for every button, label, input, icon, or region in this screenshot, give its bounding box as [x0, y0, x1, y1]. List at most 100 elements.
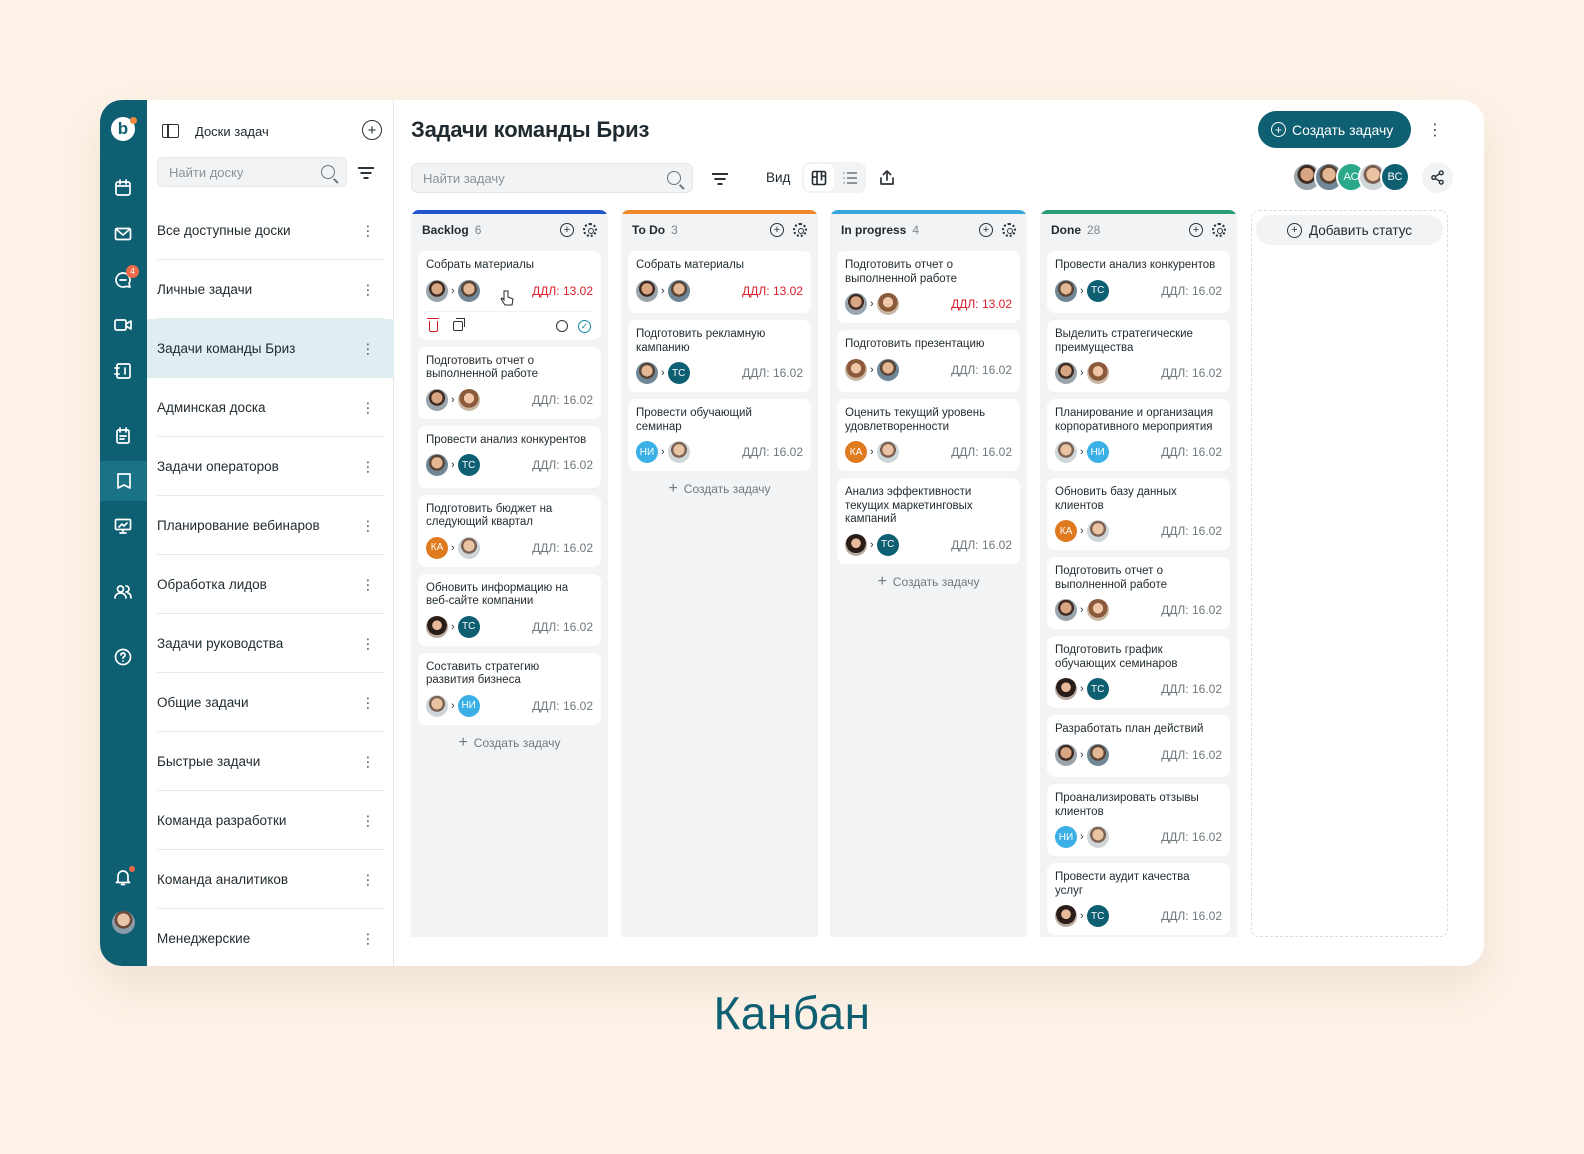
- calendar-icon[interactable]: [113, 178, 133, 198]
- help-icon[interactable]: [113, 647, 133, 667]
- tasks-icon[interactable]: [100, 461, 147, 501]
- column-name: To Do: [632, 223, 666, 237]
- contacts-book-icon[interactable]: [113, 361, 133, 381]
- task-card[interactable]: Обновить базу данных клиентов КА › ДДЛ: 16.…: [1047, 478, 1230, 550]
- settings-icon[interactable]: [1002, 223, 1016, 237]
- board-item[interactable]: Задачи руководства ⋮: [147, 614, 394, 673]
- task-card[interactable]: Подготовить отчет о выполненной работе › Д…: [418, 346, 601, 419]
- more-vertical-icon[interactable]: ⋮: [361, 812, 375, 829]
- task-title: Обновить базу данных клиентов: [1055, 486, 1177, 512]
- create-task-button[interactable]: + Создать задачу: [1258, 111, 1411, 148]
- task-card[interactable]: Анализ эффективности текущих маркетингов…: [837, 478, 1020, 564]
- trash-icon[interactable]: [427, 317, 439, 332]
- assignee-initials: ТС: [667, 362, 690, 384]
- add-card-icon[interactable]: +: [1189, 223, 1203, 237]
- board-item[interactable]: Задачи операторов ⋮: [147, 437, 394, 496]
- search-icon[interactable]: [667, 171, 681, 185]
- add-board-button[interactable]: +: [362, 120, 382, 140]
- task-card[interactable]: Подготовить бюджет на следующий квартал К…: [418, 494, 601, 567]
- task-card[interactable]: Провести анализ конкурентов › ТС ДДЛ: 16.02: [418, 425, 601, 488]
- users-icon[interactable]: [113, 582, 133, 602]
- task-search[interactable]: [411, 163, 693, 193]
- add-card-icon[interactable]: +: [979, 223, 993, 237]
- presentation-icon[interactable]: [113, 516, 133, 536]
- board-item[interactable]: Задачи команды Бриз ⋮: [147, 319, 394, 378]
- chevron-right-icon: ›: [1080, 525, 1084, 537]
- team-avatar-initials: ВС: [1380, 162, 1410, 192]
- assignee-initials: ТС: [1086, 678, 1109, 700]
- check-circle-icon[interactable]: ✓: [578, 319, 591, 333]
- task-card[interactable]: Составить стратегию развития бизнеса › НИ Д…: [418, 652, 601, 725]
- task-card[interactable]: Провести аудит качества услуг › ТС ДДЛ: 16.…: [1047, 863, 1230, 935]
- more-vertical-icon[interactable]: ⋮: [361, 576, 375, 593]
- board-item[interactable]: Все доступные доски ⋮: [147, 201, 394, 260]
- board-item[interactable]: Быстрые задачи ⋮: [147, 732, 394, 791]
- filter-icon[interactable]: [712, 173, 728, 185]
- task-card[interactable]: Выделить стратегические преимущества › ДДЛ…: [1047, 320, 1230, 392]
- more-vertical-icon[interactable]: ⋮: [361, 753, 375, 770]
- task-card[interactable]: Подготовить отчет о выполненной работе › Д…: [1047, 557, 1230, 629]
- more-vertical-icon[interactable]: ⋮: [361, 458, 375, 475]
- board-item[interactable]: Планирование вебинаров ⋮: [147, 496, 394, 555]
- create-task-link[interactable]: + Создать задачу: [418, 734, 601, 751]
- board-item[interactable]: Обработка лидов ⋮: [147, 555, 394, 614]
- add-card-icon[interactable]: +: [770, 223, 784, 237]
- add-status-button[interactable]: + Добавить статус: [1256, 215, 1443, 245]
- export-icon[interactable]: [879, 169, 895, 186]
- task-card[interactable]: Подготовить презентацию › ДДЛ: 16.02: [837, 330, 1020, 392]
- board-item[interactable]: Личные задачи ⋮: [147, 260, 394, 319]
- board-item[interactable]: Команда разработки ⋮: [147, 791, 394, 850]
- chat-icon[interactable]: 4: [113, 265, 139, 290]
- board-item[interactable]: Команда аналитиков ⋮: [147, 850, 394, 909]
- more-vertical-icon[interactable]: ⋮: [361, 930, 375, 947]
- settings-icon[interactable]: [793, 223, 807, 237]
- board-item[interactable]: Менеджерские ⋮: [147, 909, 394, 966]
- create-task-link[interactable]: + Создать задачу: [837, 573, 1020, 590]
- task-card[interactable]: Оценить текущий уровень удовлетворенност…: [837, 399, 1020, 471]
- video-icon[interactable]: [113, 315, 133, 335]
- task-card[interactable]: Разработать план действий › ДДЛ: 16.02: [1047, 715, 1230, 777]
- more-vertical-icon[interactable]: ⋮: [361, 281, 375, 298]
- task-card[interactable]: Обновить информацию на веб-сайте компани…: [418, 573, 601, 646]
- more-vertical-icon[interactable]: ⋮: [361, 694, 375, 711]
- more-vertical-icon[interactable]: ⋮: [361, 871, 375, 888]
- more-vertical-icon[interactable]: ⋮: [361, 340, 375, 357]
- create-task-link[interactable]: + Создать задачу: [628, 481, 811, 497]
- more-vertical-icon[interactable]: ⋮: [361, 222, 375, 239]
- task-card[interactable]: Подготовить отчет о выполненной работе › Д…: [837, 251, 1020, 323]
- more-vertical-icon[interactable]: ⋮: [1427, 120, 1443, 140]
- filter-icon[interactable]: [358, 167, 374, 179]
- settings-icon[interactable]: [1212, 223, 1226, 237]
- task-card[interactable]: Собрать материалы › ДДЛ: 13.02 ✓: [418, 251, 601, 340]
- task-card[interactable]: Проанализировать отзывы клиентов НИ › ДДЛ: …: [1047, 784, 1230, 856]
- more-vertical-icon[interactable]: ⋮: [361, 635, 375, 652]
- more-vertical-icon[interactable]: ⋮: [361, 517, 375, 534]
- team-avatars[interactable]: АС ВС: [1292, 162, 1410, 194]
- board-item[interactable]: Общие задачи ⋮: [147, 673, 394, 732]
- task-card[interactable]: Провести анализ конкурентов › ТС ДДЛ: 16.02: [1047, 251, 1230, 313]
- add-card-icon[interactable]: +: [560, 223, 574, 237]
- list-view-icon[interactable]: [836, 164, 864, 191]
- logo-icon[interactable]: b: [111, 117, 137, 141]
- settings-icon[interactable]: [583, 223, 597, 237]
- task-card[interactable]: Подготовить рекламную кампанию › ТС ДДЛ: 16…: [628, 320, 811, 392]
- more-vertical-icon[interactable]: ⋮: [361, 399, 375, 416]
- user-avatar[interactable]: [112, 911, 135, 934]
- search-icon[interactable]: [321, 165, 335, 179]
- timer-icon[interactable]: [556, 320, 568, 332]
- task-card[interactable]: Провести обучающий семинар НИ › ДДЛ: 16.02: [628, 399, 811, 471]
- copy-icon[interactable]: [453, 318, 465, 331]
- task-card[interactable]: Планирование и организация корпоративног…: [1047, 399, 1230, 471]
- share-icon[interactable]: [1422, 162, 1453, 193]
- kanban-view-icon[interactable]: [804, 164, 834, 191]
- task-card[interactable]: Подготовить график обучающих семинаров › Т…: [1047, 636, 1230, 708]
- mail-icon[interactable]: [113, 224, 133, 244]
- bell-icon[interactable]: [113, 866, 135, 887]
- board-search-input[interactable]: [169, 164, 309, 180]
- sidebar-toggle-icon[interactable]: [162, 124, 179, 138]
- task-search-input[interactable]: [423, 170, 653, 186]
- notes-icon[interactable]: [113, 426, 133, 446]
- task-card[interactable]: Собрать материалы › ДДЛ: 13.02: [628, 251, 811, 313]
- board-search[interactable]: [157, 157, 347, 187]
- board-item[interactable]: Админская доска ⋮: [147, 378, 394, 437]
